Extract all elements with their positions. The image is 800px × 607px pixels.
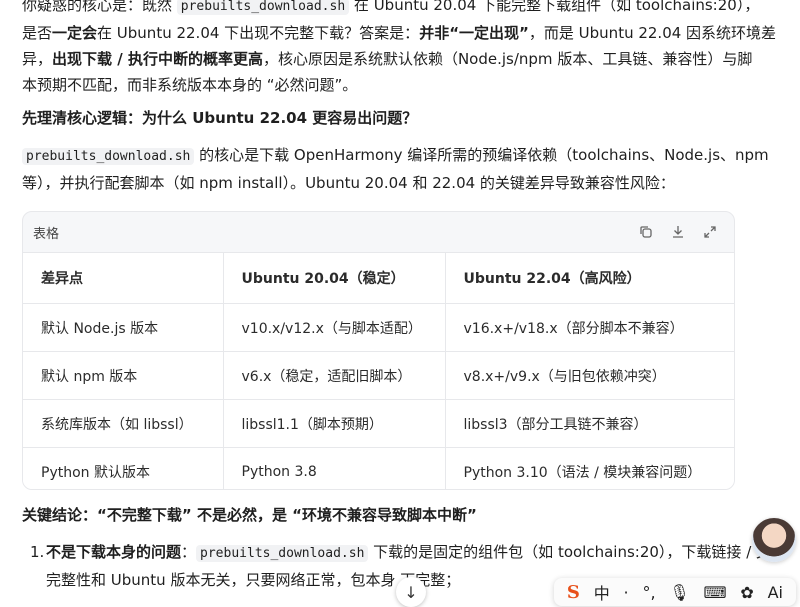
column-header: 差异点: [23, 252, 223, 304]
inline-code-script: prebuilts_download.sh: [22, 148, 195, 165]
expand-icon[interactable]: [702, 224, 718, 240]
table-title: 表格: [33, 226, 60, 242]
intro-text: 在 Ubuntu 22.04 下出现不完整下载？答案是：: [97, 24, 420, 42]
inline-code-script: prebuilts_download.sh: [196, 545, 369, 562]
arrow-down-icon: ↓: [404, 582, 418, 602]
table-tools: [638, 224, 718, 240]
input-method-toolbar: S 中 · °, 🎙 ⌨ ✿ Ai: [554, 578, 796, 606]
copy-icon[interactable]: [638, 224, 654, 240]
keyboard-icon[interactable]: ⌨: [703, 583, 726, 602]
table-row: 默认 npm 版本 v6.x（稳定，适配旧脚本） v8.x+/v9.x（与旧包依…: [23, 351, 734, 400]
table-header-row: 差异点 Ubuntu 20.04（稳定） Ubuntu 22.04（高风险）: [23, 252, 734, 304]
table-cell: 默认 Node.js 版本: [23, 303, 223, 352]
skin-icon[interactable]: ✿: [740, 583, 753, 602]
ime-logo-icon[interactable]: S: [567, 582, 580, 603]
microphone-icon[interactable]: 🎙: [669, 583, 689, 602]
intro-text: ，核心原因是系统默认依赖（Node.js/npm 版本、工具链、兼容性）与脚: [262, 50, 753, 68]
table-cell: v16.x+/v18.x（部分脚本不兼容）: [444, 303, 734, 352]
table-row: Python 默认版本 Python 3.8 Python 3.10（语法 / …: [23, 447, 734, 489]
table-cell: v6.x（稳定，适配旧脚本）: [222, 351, 445, 400]
intro-bold: 并非“一定出现”: [419, 24, 529, 42]
table-row: 系统库版本（如 libssl） libssl1.1（脚本预期） libssl3（…: [23, 399, 734, 448]
download-icon[interactable]: [670, 224, 686, 240]
table-row: 默认 Node.js 版本 v10.x/v12.x（与脚本适配） v16.x+/…: [23, 303, 734, 352]
intro-text: ，而是 Ubuntu 22.04 因系统环境差: [528, 24, 777, 42]
table-cell: libssl3（部分工具链不兼容）: [444, 399, 734, 448]
table-cell: 系统库版本（如 libssl）: [23, 399, 223, 448]
explanation-text: 等），并执行配套脚本（如 npm install）。Ubuntu 20.04 和…: [22, 174, 675, 192]
ime-punctuation-icon[interactable]: ·: [624, 583, 629, 602]
intro-text: 是否: [22, 24, 53, 42]
intro-paragraph: 你疑惑的核心是：既然 prebuilts_download.sh 在 Ubunt…: [22, 0, 782, 98]
column-header: Ubuntu 22.04（高风险）: [444, 252, 734, 304]
list-text: ：: [181, 543, 197, 561]
ai-icon[interactable]: Ai: [768, 583, 783, 602]
column-header: Ubuntu 20.04（稳定）: [222, 252, 445, 304]
assistant-avatar[interactable]: [752, 518, 796, 562]
comparison-table-card: 表格 差异点 Ubuntu 20.04（稳定） Ubuntu 22.04（高风险…: [22, 211, 735, 490]
comparison-table: 差异点 Ubuntu 20.04（稳定） Ubuntu 22.04（高风险） 默…: [23, 252, 734, 489]
intro-text: 你疑惑的核心是：既然: [22, 0, 177, 14]
explanation-text: 的核心是下载 OpenHarmony 编译所需的预编译依赖（toolchains…: [194, 146, 769, 164]
table-cell: Python 3.10（语法 / 模块兼容问题）: [444, 447, 734, 489]
table-cell: libssl1.1（脚本预期）: [222, 399, 445, 448]
list-text: 下载的是固定的组件包（如 toolchains:20），下载链接 / 文: [368, 543, 772, 561]
list-text: 完整性和 Ubuntu 版本无关，只要网络正常，包本身: [46, 571, 401, 589]
intro-bold: 出现下载 / 执行中断的概率更高: [52, 50, 263, 68]
intro-text: 异，: [22, 50, 53, 68]
intro-bold: 一定会: [52, 24, 98, 42]
table-cell: v10.x/v12.x（与脚本适配）: [222, 303, 445, 352]
table-toolbar: 表格: [23, 212, 734, 252]
section-heading: 先理清核心逻辑：为什么 Ubuntu 22.04 更容易出问题？: [22, 109, 418, 127]
ime-language-toggle[interactable]: 中: [594, 580, 610, 604]
table-cell: Python 默认版本: [23, 447, 223, 489]
table-cell: Python 3.8: [222, 447, 445, 489]
intro-text: 在 Ubuntu 20.04 下能完整下载组件（如 toolchains:20）…: [349, 0, 760, 14]
list-number: 1.: [30, 543, 45, 561]
inline-code-script: prebuilts_download.sh: [176, 0, 350, 15]
scroll-down-button[interactable]: ↓: [396, 577, 426, 607]
list-bold-text: 不是下载本身的问题: [46, 543, 182, 561]
table-cell: v8.x+/v9.x（与旧包依赖冲突）: [444, 351, 734, 400]
conclusion-heading: 关键结论：“不完整下载” 不是必然，是 “环境不兼容导致脚本中断”: [22, 506, 477, 524]
explanation-paragraph: prebuilts_download.sh 的核心是下载 OpenHarmony…: [22, 142, 782, 196]
table-cell: 默认 npm 版本: [23, 351, 223, 400]
ime-symbol-icon[interactable]: °,: [642, 583, 655, 602]
intro-text: 本预期不匹配，而非系统版本本身的 “必然问题”。: [22, 76, 358, 94]
